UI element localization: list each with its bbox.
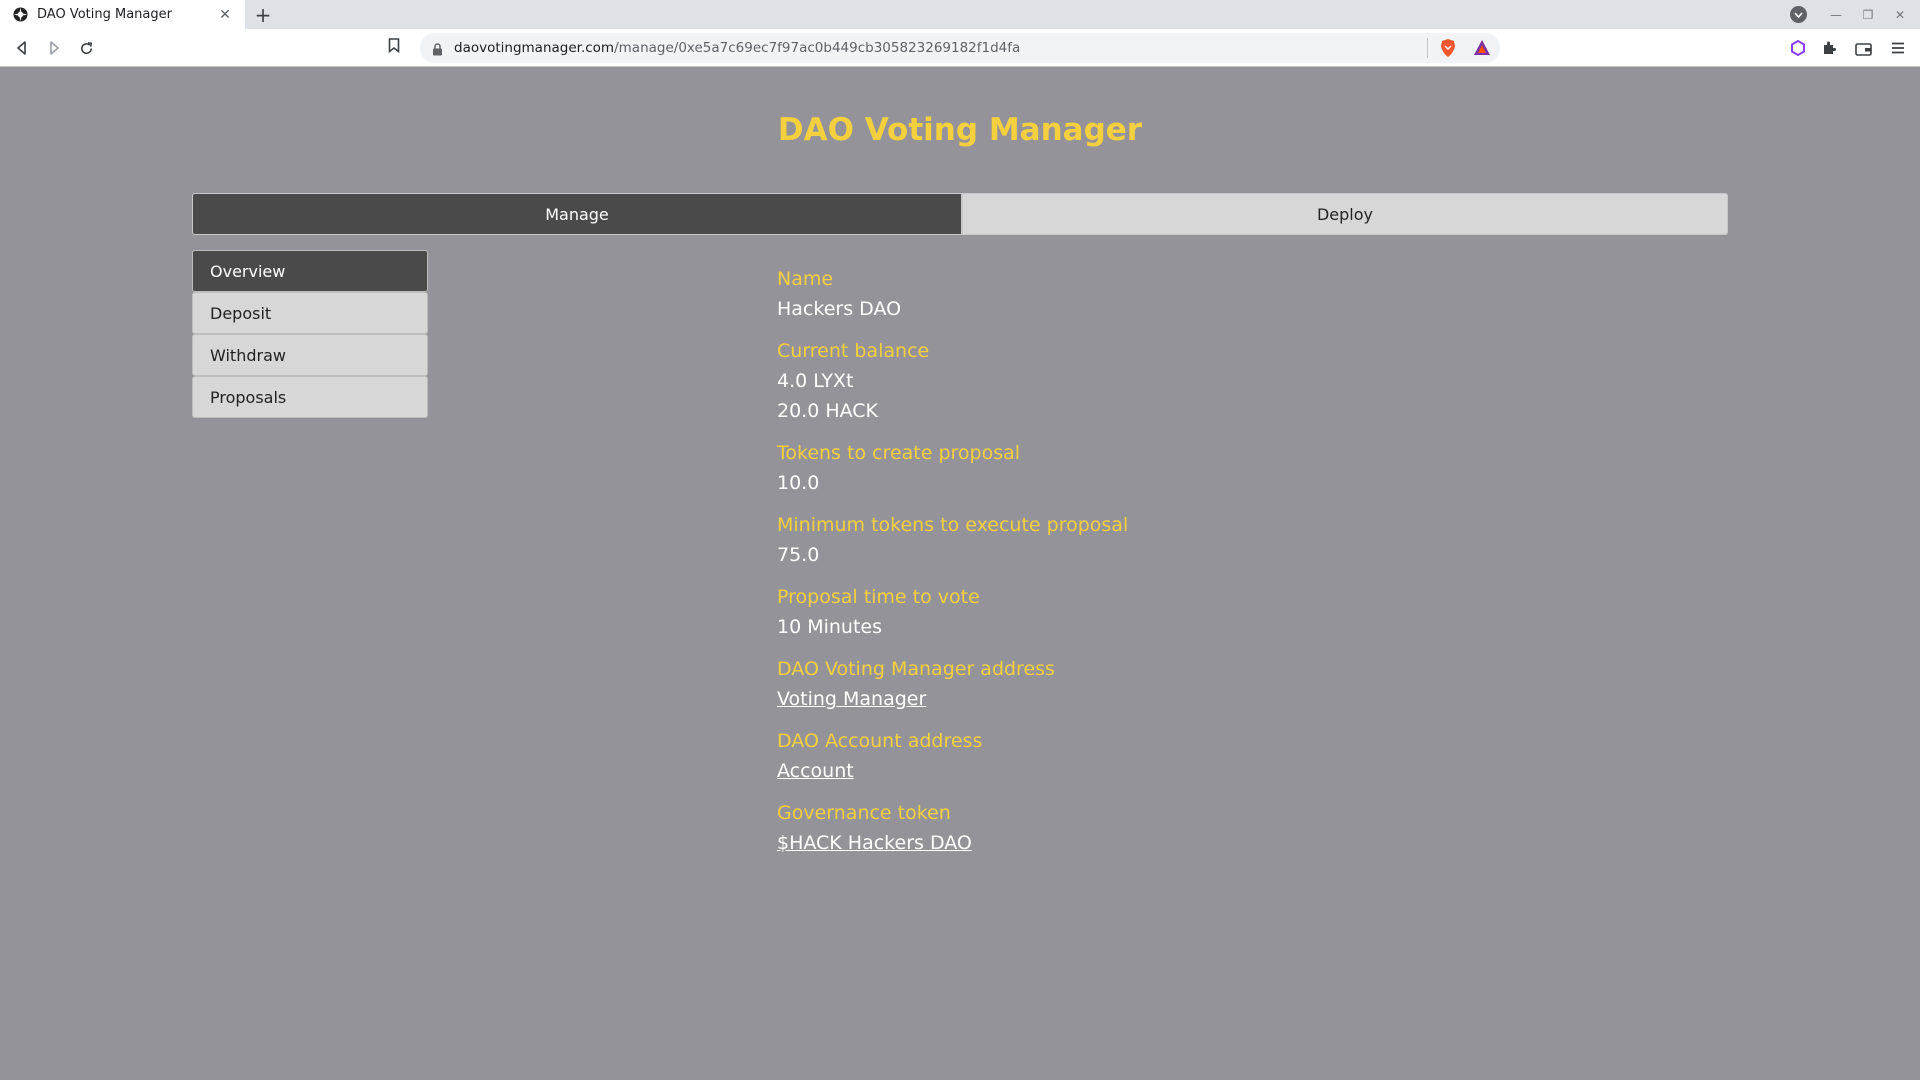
dao-overview-details: Name Hackers DAO Current balance 4.0 LYX… [777, 264, 1477, 870]
tab-search-icon[interactable] [1790, 6, 1807, 23]
field-label: Proposal time to vote [777, 586, 980, 608]
balance-lyxt-value: 4.0 LYXt [777, 370, 854, 392]
create-tokens-value: 10.0 [777, 472, 820, 494]
vote-time-value: 10 Minutes [777, 616, 883, 638]
main-tabs: Manage Deploy [192, 193, 1728, 235]
field-label: DAO Voting Manager address [777, 658, 1055, 680]
governance-token-link[interactable]: $HACK Hackers DAO [777, 828, 972, 858]
wallet-icon[interactable] [1854, 39, 1872, 57]
field-create-tokens: Tokens to create proposal 10.0 [777, 438, 1477, 498]
url-path: /manage/0xe5a7c69ec7f97ac0b449cb30582326… [614, 40, 1021, 56]
field-label: Minimum tokens to execute proposal [777, 514, 1129, 536]
window-controls: — ❐ ✕ [1824, 0, 1920, 29]
url-host: daovotingmanager.com [454, 40, 615, 56]
tab-manage[interactable]: Manage [192, 193, 962, 235]
page-title: DAO Voting Manager [777, 112, 1143, 148]
url-text[interactable]: daovotingmanager.com/manage/0xe5a7c69ec7… [454, 40, 1020, 56]
minimize-icon[interactable]: — [1824, 5, 1848, 25]
side-menu-withdraw[interactable]: Withdraw [192, 334, 428, 376]
dao-name-value: Hackers DAO [777, 298, 902, 320]
field-label: Governance token [777, 802, 951, 824]
browser-toolbar: daovotingmanager.com/manage/0xe5a7c69ec7… [0, 29, 1920, 67]
forward-icon[interactable] [43, 37, 65, 59]
side-menu-deposit[interactable]: Deposit [192, 292, 428, 334]
brave-shields-icon[interactable] [1439, 38, 1457, 62]
account-link[interactable]: Account [777, 756, 854, 786]
field-account-address: DAO Account address Account [777, 726, 1477, 786]
field-label: DAO Account address [777, 730, 983, 752]
lock-icon[interactable] [432, 41, 443, 60]
omnibox-divider [1427, 38, 1428, 58]
brave-rewards-icon[interactable] [1473, 39, 1491, 60]
execute-tokens-value: 75.0 [777, 544, 820, 566]
voting-manager-link[interactable]: Voting Manager [777, 684, 926, 714]
bookmark-icon[interactable] [388, 38, 400, 57]
side-menu-overview[interactable]: Overview [192, 250, 428, 292]
side-menu-proposals[interactable]: Proposals [192, 376, 428, 418]
tab-deploy[interactable]: Deploy [962, 193, 1728, 235]
field-label: Name [777, 268, 834, 290]
reload-icon[interactable] [75, 37, 97, 59]
wallet-extension-icon[interactable] [1789, 39, 1807, 57]
browser-tab-title: DAO Voting Manager [37, 7, 172, 22]
new-tab-icon[interactable]: + [253, 5, 273, 25]
extensions-icon[interactable] [1820, 39, 1838, 57]
field-manager-address: DAO Voting Manager address Voting Manage… [777, 654, 1477, 714]
restore-icon[interactable]: ❐ [1856, 5, 1880, 25]
field-governance-token: Governance token $HACK Hackers DAO [777, 798, 1477, 858]
side-menu: Overview Deposit Withdraw Proposals [192, 250, 428, 418]
balance-hack-value: 20.0 HACK [777, 400, 879, 422]
field-name: Name Hackers DAO [777, 264, 1477, 324]
site-favicon-icon [12, 7, 28, 23]
field-label: Tokens to create proposal [777, 442, 1021, 464]
field-label: Current balance [777, 340, 930, 362]
close-window-icon[interactable]: ✕ [1888, 5, 1912, 25]
menu-icon[interactable] [1889, 39, 1907, 57]
browser-tab[interactable]: DAO Voting Manager ✕ [0, 0, 245, 29]
field-execute-tokens: Minimum tokens to execute proposal 75.0 [777, 510, 1477, 570]
close-tab-icon[interactable]: ✕ [217, 7, 233, 23]
address-bar[interactable]: daovotingmanager.com/manage/0xe5a7c69ec7… [420, 33, 1500, 63]
back-icon[interactable] [11, 37, 33, 59]
field-vote-time: Proposal time to vote 10 Minutes [777, 582, 1477, 642]
field-balance: Current balance 4.0 LYXt 20.0 HACK [777, 336, 1477, 426]
browser-tab-bar: DAO Voting Manager ✕ + — ❐ ✕ [0, 0, 1920, 29]
